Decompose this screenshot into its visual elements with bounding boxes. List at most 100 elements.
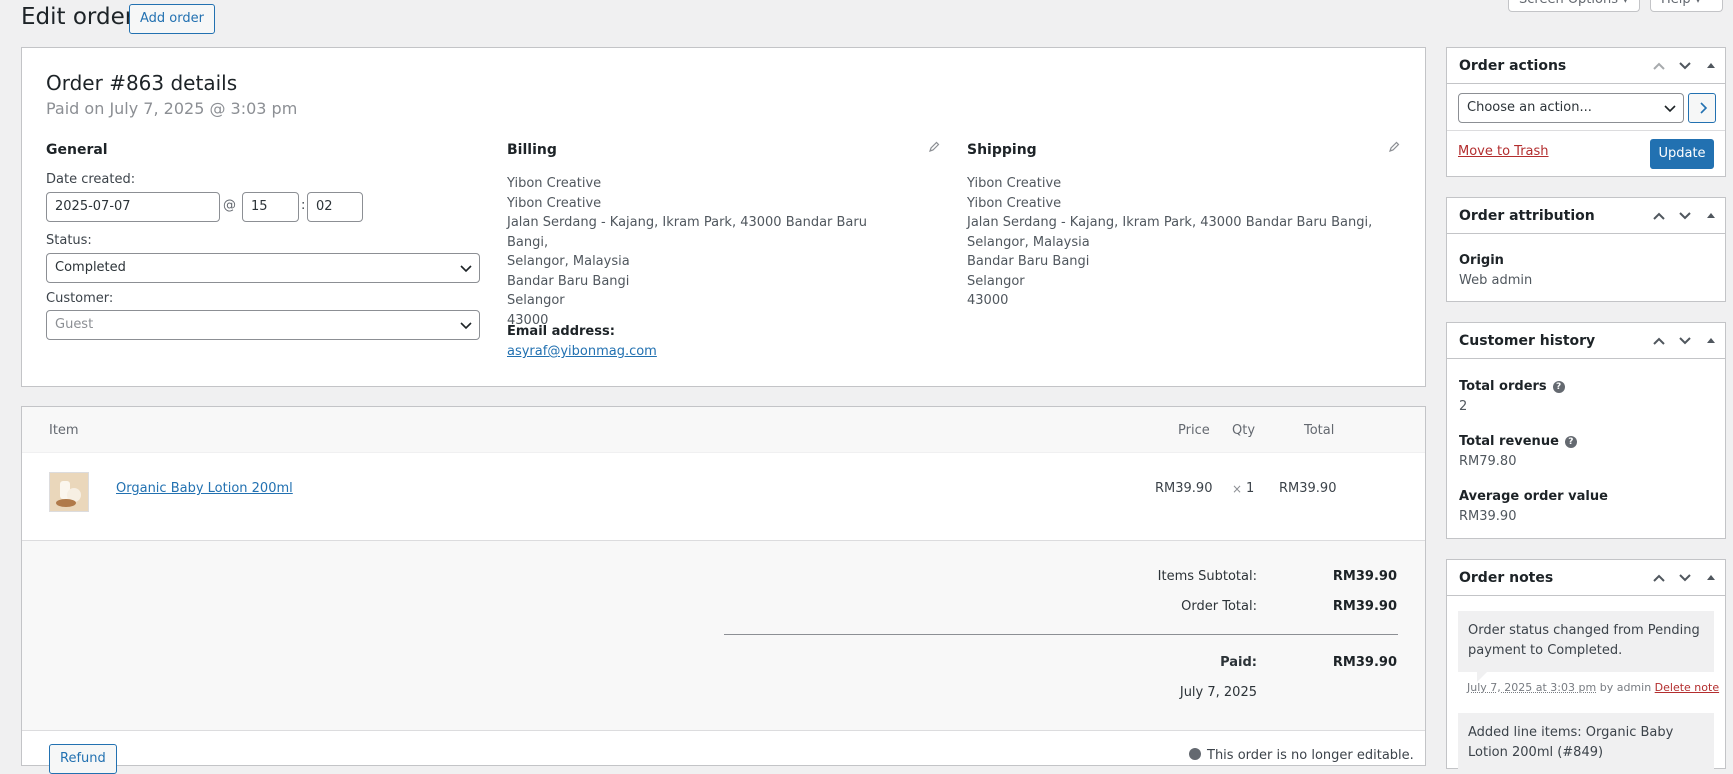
move-down-icon[interactable]: [1677, 58, 1693, 74]
chevron-down-icon: [1664, 105, 1676, 113]
col-total: Total: [1304, 423, 1335, 438]
billing-line: Yibon Creative: [507, 176, 602, 191]
chevron-down-icon: [460, 265, 472, 273]
item-total: RM39.90: [1279, 481, 1337, 496]
product-thumbnail: [49, 472, 89, 512]
billing-address: Yibon Creative Yibon Creative Jalan Serd…: [507, 174, 907, 330]
note-date: July 7, 2025 at 3:03 pm: [1467, 681, 1597, 694]
shipping-line: Selangor, Malaysia: [967, 234, 1090, 250]
shipping-line: Yibon Creative: [967, 176, 1062, 191]
customer-value: Guest: [55, 317, 94, 332]
not-editable-text: This order is no longer editable.: [1207, 748, 1414, 763]
note-meta: July 7, 2025 at 3:03 pm by admin Delete …: [1467, 681, 1719, 694]
product-image-icon: [50, 473, 88, 511]
shipping-line: Selangor: [967, 273, 1025, 289]
info-icon: [1189, 748, 1201, 760]
chevron-down-icon: [460, 322, 472, 330]
minute-input[interactable]: 02: [307, 192, 363, 222]
move-down-icon[interactable]: [1677, 570, 1693, 586]
avg-order-value: RM39.90: [1459, 509, 1517, 524]
item-qty: 1: [1246, 481, 1255, 496]
edit-billing-pencil-icon[interactable]: [928, 141, 940, 153]
origin-value: Web admin: [1459, 273, 1533, 288]
order-data-panel: Order #863 details Paid on July 7, 2025 …: [21, 47, 1426, 387]
shipping-line: 43000: [967, 293, 1009, 308]
order-heading: Order #863 details: [46, 71, 238, 95]
status-value: Completed: [55, 260, 126, 275]
time-colon: :: [301, 198, 306, 213]
order-notes-title: Order notes: [1459, 570, 1554, 586]
not-editable-notice: This order is no longer editable.: [1189, 748, 1414, 763]
collapse-toggle-icon[interactable]: [1703, 333, 1719, 349]
edit-shipping-pencil-icon[interactable]: [1388, 141, 1400, 153]
table-row: Organic Baby Lotion 200ml RM39.90 × 1 RM…: [22, 453, 1425, 541]
box-controls: [1651, 333, 1719, 349]
shipping-line: Yibon Creative: [967, 195, 1062, 211]
items-table-header: Item Price Qty Total: [22, 407, 1425, 453]
move-to-trash-link[interactable]: Move to Trash: [1458, 144, 1549, 159]
collapse-toggle-icon[interactable]: [1703, 570, 1719, 586]
move-up-icon[interactable]: [1651, 570, 1667, 586]
order-note: Order status changed from Pending paymen…: [1458, 611, 1714, 672]
order-action-value: Choose an action...: [1467, 100, 1592, 115]
product-link[interactable]: Organic Baby Lotion 200ml: [116, 481, 293, 496]
shipping-line: Bandar Baru Bangi: [967, 254, 1090, 269]
refund-button[interactable]: Refund: [49, 744, 117, 774]
col-qty: Qty: [1232, 423, 1256, 438]
order-totals: Items Subtotal: RM39.90 Order Total: RM3…: [22, 541, 1425, 731]
general-heading: General: [46, 142, 108, 158]
shipping-line: Jalan Serdang - Kajang, Ikram Park, 4300…: [967, 215, 1373, 230]
collapse-toggle-icon[interactable]: [1703, 208, 1719, 224]
customer-history-header: Customer history: [1447, 323, 1725, 359]
paid-date: July 7, 2025: [1179, 685, 1257, 700]
order-attribution-box: Order attribution Origin Web admin: [1446, 197, 1726, 302]
avg-order-label: Average order value: [1459, 489, 1608, 504]
move-down-icon[interactable]: [1677, 208, 1693, 224]
totals-divider: [724, 634, 1398, 635]
total-revenue-label: Total revenue?: [1459, 434, 1577, 449]
order-total-label: Order Total:: [1181, 599, 1257, 614]
customer-label: Customer:: [46, 291, 114, 306]
customer-select[interactable]: Guest: [46, 310, 480, 340]
order-notes-box: Order notes Order status changed from Pe…: [1446, 559, 1726, 773]
help-icon[interactable]: ?: [1552, 381, 1565, 393]
at-separator: @: [223, 198, 236, 213]
delete-note-link[interactable]: Delete note: [1655, 681, 1719, 694]
note-author: by admin: [1596, 681, 1655, 694]
billing-line: Jalan Serdang - Kajang, Ikram Park, 4300…: [507, 215, 867, 250]
order-action-select[interactable]: Choose an action...: [1458, 93, 1684, 123]
move-up-icon[interactable]: [1651, 333, 1667, 349]
move-up-icon[interactable]: [1651, 208, 1667, 224]
move-up-icon[interactable]: [1651, 58, 1667, 74]
update-button[interactable]: Update: [1650, 139, 1714, 169]
page-title: Edit order: [21, 4, 135, 30]
order-attribution-title: Order attribution: [1459, 208, 1595, 224]
box-controls: [1651, 58, 1719, 74]
date-created-input[interactable]: 2025-07-07: [46, 192, 220, 222]
total-revenue-value: RM79.80: [1459, 454, 1517, 469]
help-icon[interactable]: ?: [1564, 436, 1577, 448]
status-select[interactable]: Completed: [46, 253, 480, 283]
order-actions-box: Order actions Choose an action... Move t…: [1446, 47, 1726, 177]
actions-divider: [1447, 130, 1725, 131]
billing-line: Selangor: [507, 293, 565, 308]
move-down-icon[interactable]: [1677, 333, 1693, 349]
help-tab[interactable]: Help ▾: [1650, 0, 1723, 12]
subtotal-label: Items Subtotal:: [1157, 569, 1257, 584]
status-label: Status:: [46, 233, 92, 248]
date-created-label: Date created:: [46, 172, 136, 187]
total-orders-label-text: Total orders: [1459, 379, 1547, 394]
email-label: Email address:: [507, 324, 615, 339]
screen-options-tab[interactable]: Screen Options ▾: [1508, 0, 1640, 12]
col-price: Price: [1178, 423, 1210, 438]
apply-action-button[interactable]: [1688, 93, 1716, 123]
item-price: RM39.90: [1155, 481, 1213, 496]
col-item: Item: [49, 423, 79, 438]
add-order-button[interactable]: Add order: [129, 4, 215, 34]
chevron-right-icon: [1700, 102, 1708, 114]
billing-email-link[interactable]: asyraf@yibonmag.com: [507, 344, 657, 359]
order-note: Added line items: Organic Baby Lotion 20…: [1458, 713, 1714, 773]
collapse-toggle-icon[interactable]: [1703, 58, 1719, 74]
hour-input[interactable]: 15: [242, 192, 299, 222]
paid-value: RM39.90: [1332, 655, 1397, 670]
